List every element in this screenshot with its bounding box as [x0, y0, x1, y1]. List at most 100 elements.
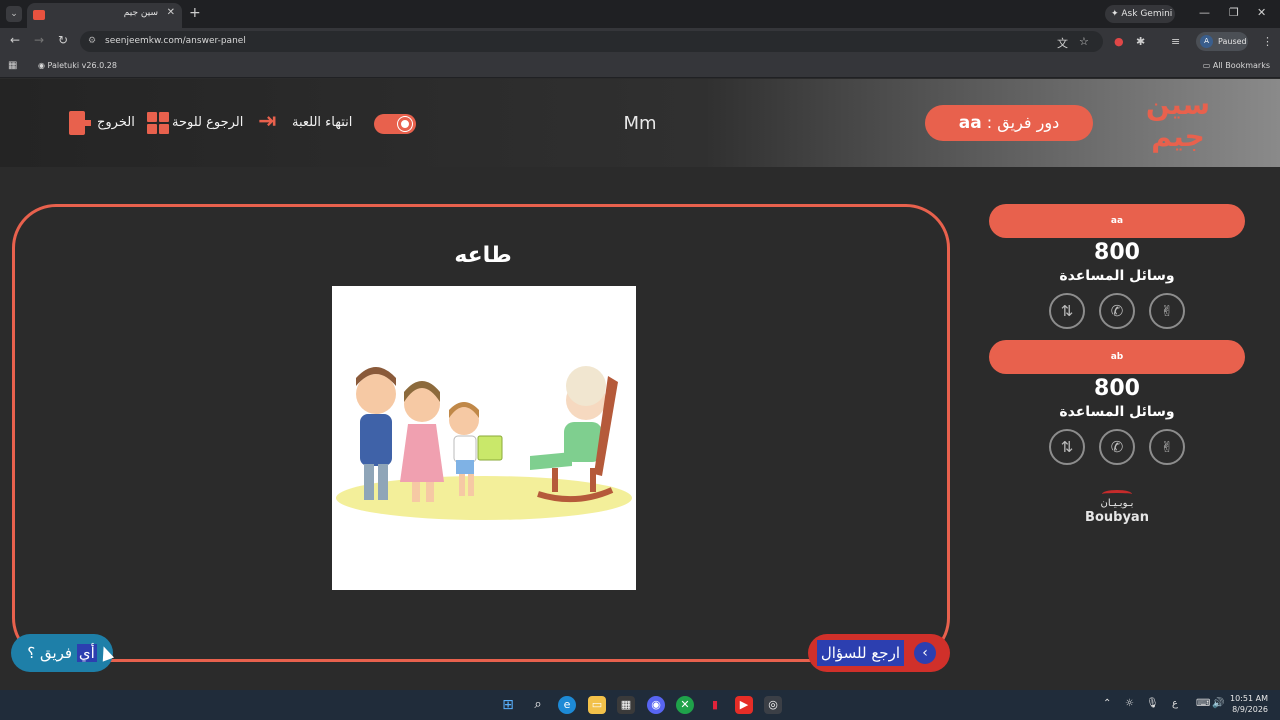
clock-time: 10:51 AM: [1230, 694, 1268, 703]
back-to-question-button[interactable]: ارجع للسؤال ‹: [808, 634, 950, 672]
chrome-icon[interactable]: ◎: [764, 696, 782, 714]
child-leg-left: [459, 474, 465, 496]
more-menu-icon[interactable]: ⋮: [1262, 35, 1273, 48]
team-card-ab: ab 800 وسائل المساعدة ⇅ ✆ ✌: [989, 340, 1245, 470]
back-arrow-icon[interactable]: ←: [10, 33, 20, 47]
which-team-highlight: أي: [76, 644, 97, 662]
logo-line-1: سين: [1145, 88, 1211, 121]
team-name-pill: aa: [989, 204, 1245, 238]
game-name: Mm: [623, 113, 657, 134]
address-bar[interactable]: ⚙ seenjeemkw.com/answer-panel 文 ☆: [80, 31, 1103, 52]
network-icon[interactable]: ⌨: [1196, 698, 1210, 709]
child-shorts: [456, 460, 474, 474]
boubyan-mark-icon: [1102, 490, 1132, 498]
tab-search-icon[interactable]: ⌄: [6, 6, 22, 22]
volume-icon[interactable]: 🔊: [1212, 698, 1224, 709]
bookmark-star-icon[interactable]: ☆: [1079, 35, 1089, 48]
grandma-lap: [530, 452, 572, 470]
browser-toolbar: ← → ↻ ⚙ seenjeemkw.com/answer-panel 文 ☆ …: [0, 28, 1280, 55]
profile-status: Paused: [1218, 37, 1247, 46]
mother-leg-left: [412, 482, 420, 502]
discord-icon[interactable]: ◉: [647, 696, 665, 714]
profile-button[interactable]: A Paused: [1196, 32, 1248, 51]
exit-door-icon[interactable]: [69, 111, 91, 135]
tray-chevron-up-icon[interactable]: ⌃: [1103, 698, 1111, 709]
double-points-icon[interactable]: ⇅: [1049, 429, 1085, 465]
father-jacket: [360, 414, 392, 466]
youtube-icon[interactable]: ▶: [735, 696, 753, 714]
extension-icon[interactable]: ●: [1114, 35, 1124, 48]
end-game-toggle[interactable]: [374, 114, 416, 134]
sponsor-arabic: بـوبـيـان: [1100, 498, 1134, 509]
clock[interactable]: 10:51 AM 8/9/2026: [1228, 693, 1268, 715]
all-bookmarks-label: All Bookmarks: [1212, 61, 1270, 70]
team-card-aa: aa 800 وسائل المساعدة ⇅ ✆ ✌: [989, 204, 1245, 334]
team-name-pill: ab: [989, 340, 1245, 374]
brightness-icon[interactable]: ☼: [1125, 698, 1134, 709]
ask-gemini-button[interactable]: ✦ Ask Gemini: [1105, 5, 1175, 23]
app-icon[interactable]: ▮: [706, 696, 724, 714]
clock-date: 8/9/2026: [1232, 705, 1268, 714]
browser-tab-bar: ⌄ سين جيم ✕ + ✦ Ask Gemini — ❐ ✕: [0, 0, 1280, 28]
back-to-board-button[interactable]: الرجوع للوحة: [172, 109, 243, 137]
chair-leg-back: [590, 468, 596, 492]
call-friend-icon[interactable]: ✆: [1099, 429, 1135, 465]
bookmark-item[interactable]: ◉ Paletuki v26.0.28: [38, 61, 117, 70]
team-turn-badge: دور فريق : aa: [925, 105, 1093, 141]
edge-icon[interactable]: e: [558, 696, 576, 714]
translate-icon[interactable]: 文: [1057, 35, 1068, 51]
restore-icon[interactable]: ❐: [1229, 6, 1239, 19]
double-points-icon[interactable]: ⇅: [1049, 293, 1085, 329]
store-icon[interactable]: ▦: [617, 696, 635, 714]
apps-grid-icon[interactable]: ▦: [8, 60, 17, 71]
chair-leg-front: [552, 468, 558, 492]
team-score: 800: [1094, 376, 1140, 401]
reload-icon[interactable]: ↻: [58, 33, 68, 47]
help-tools-label: وسائل المساعدة: [1059, 404, 1175, 420]
arrow-right-icon[interactable]: ⇥: [258, 111, 276, 133]
windows-start-icon[interactable]: ⊞: [499, 696, 517, 714]
question-image: [332, 286, 636, 590]
help-tools-label: وسائل المساعدة: [1059, 268, 1175, 284]
file-explorer-icon[interactable]: ▭: [588, 696, 606, 714]
end-game-button[interactable]: انتهاء اللعبة: [292, 109, 352, 137]
turn-team-name: aa: [958, 113, 982, 133]
browser-tab-active[interactable]: سين جيم ✕: [27, 3, 182, 28]
two-answers-icon[interactable]: ✌: [1149, 293, 1185, 329]
which-team-button[interactable]: أي فريق ؟: [11, 634, 113, 672]
xbox-icon[interactable]: ✕: [676, 696, 694, 714]
question-panel: طاعه: [12, 204, 950, 662]
game-header: سين جيم دور فريق : aa Mm انتهاء اللعبة ⇥…: [0, 79, 1280, 167]
tab-title: سين جيم: [123, 8, 158, 18]
new-tab-button[interactable]: +: [189, 5, 201, 21]
logo-line-2: جيم: [1151, 120, 1205, 153]
chevron-left-icon: ‹: [914, 642, 936, 664]
call-friend-icon[interactable]: ✆: [1099, 293, 1135, 329]
back-to-question-label: ارجع للسؤال: [816, 640, 904, 666]
minimize-icon[interactable]: —: [1199, 6, 1210, 19]
close-window-icon[interactable]: ✕: [1257, 6, 1266, 19]
father-leg-left: [364, 464, 374, 500]
search-icon[interactable]: ⌕: [529, 696, 547, 714]
extensions-puzzle-icon[interactable]: ✱: [1136, 35, 1145, 48]
help-tools-row: ⇅ ✆ ✌: [989, 290, 1245, 334]
team-score: 800: [1094, 240, 1140, 265]
exit-button[interactable]: الخروج: [97, 109, 135, 137]
two-answers-icon[interactable]: ✌: [1149, 429, 1185, 465]
turn-label: دور فريق :: [981, 113, 1060, 132]
reading-list-icon[interactable]: ≡: [1171, 35, 1180, 48]
language-indicator[interactable]: ع: [1172, 698, 1178, 709]
forward-arrow-icon[interactable]: →: [34, 33, 44, 47]
gift-box: [477, 435, 503, 461]
board-grid-icon[interactable]: [147, 112, 169, 134]
site-info-icon[interactable]: ⚙: [88, 36, 96, 46]
tab-close-icon[interactable]: ✕: [167, 7, 175, 18]
question-title: طاعه: [454, 243, 512, 268]
mother-dress: [400, 424, 444, 482]
microphone-icon[interactable]: 🎙: [1146, 698, 1159, 709]
father-head: [356, 374, 396, 414]
all-bookmarks-button[interactable]: ▭ All Bookmarks: [1203, 61, 1270, 70]
bookmarks-bar: ▦ ◉ Paletuki v26.0.28 ▭ All Bookmarks: [0, 55, 1280, 78]
which-team-label: فريق ؟: [27, 644, 77, 662]
windows-taskbar: ⊞ ⌕ e ▭ ▦ ◉ ✕ ▮ ▶ ◎ ⌃ ☼ 🎙 ع ⌨ 🔊 10:51 AM…: [0, 690, 1280, 720]
